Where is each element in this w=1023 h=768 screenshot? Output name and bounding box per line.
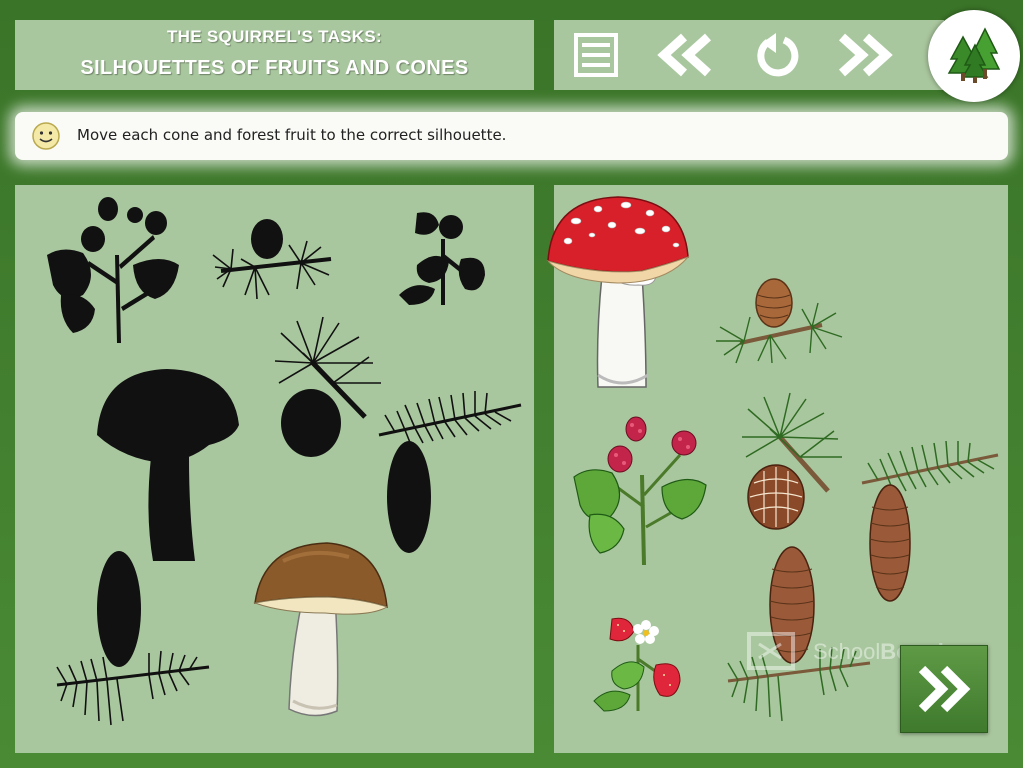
toolbar bbox=[554, 20, 944, 90]
spruce-cone[interactable] bbox=[858, 437, 1002, 605]
title-line-1: THE SQUIRREL'S TASKS: bbox=[167, 27, 382, 46]
forest-logo[interactable] bbox=[928, 10, 1020, 102]
fly-agaric-mushroom[interactable] bbox=[546, 195, 690, 395]
back-button[interactable] bbox=[652, 30, 718, 80]
penny-bun-mushroom[interactable] bbox=[253, 541, 389, 721]
smiley-icon bbox=[32, 122, 60, 150]
strawberry-plant[interactable] bbox=[590, 615, 686, 715]
menu-icon bbox=[574, 33, 618, 77]
double-chevron-right-icon bbox=[838, 33, 893, 77]
next-arrow-icon bbox=[918, 665, 971, 713]
title-box: THE SQUIRREL'S TASKS: SILHOUETTES OF FRU… bbox=[15, 20, 534, 90]
menu-button[interactable] bbox=[568, 30, 624, 80]
larch-cone-silhouette[interactable] bbox=[211, 215, 337, 305]
restart-button[interactable] bbox=[750, 30, 806, 80]
forward-button[interactable] bbox=[832, 30, 898, 80]
restart-icon bbox=[757, 33, 799, 77]
fly-agaric-silhouette[interactable] bbox=[93, 365, 243, 565]
instruction-bar: Move each cone and forest fruit to the c… bbox=[15, 112, 1008, 160]
double-chevron-left-icon bbox=[657, 33, 712, 77]
pine-cone[interactable] bbox=[740, 391, 844, 533]
next-button[interactable] bbox=[900, 645, 988, 733]
instruction-text: Move each cone and forest fruit to the c… bbox=[77, 126, 507, 144]
spruce-branch-silhouette[interactable] bbox=[53, 549, 213, 733]
forest-trees-icon bbox=[947, 27, 1001, 83]
raspberry-silhouette[interactable] bbox=[43, 195, 183, 345]
strawberry-silhouette[interactable] bbox=[395, 209, 489, 309]
spruce-cone-silhouette[interactable] bbox=[375, 385, 525, 557]
schoolboard-logo-icon bbox=[747, 632, 795, 670]
title-line-2: SILHOUETTES OF FRUITS AND CONES bbox=[80, 57, 469, 79]
pine-cone-silhouette[interactable] bbox=[273, 313, 383, 463]
larch-cone[interactable] bbox=[714, 273, 844, 365]
raspberry-plant[interactable] bbox=[570, 415, 710, 567]
silhouette-board bbox=[15, 185, 534, 753]
